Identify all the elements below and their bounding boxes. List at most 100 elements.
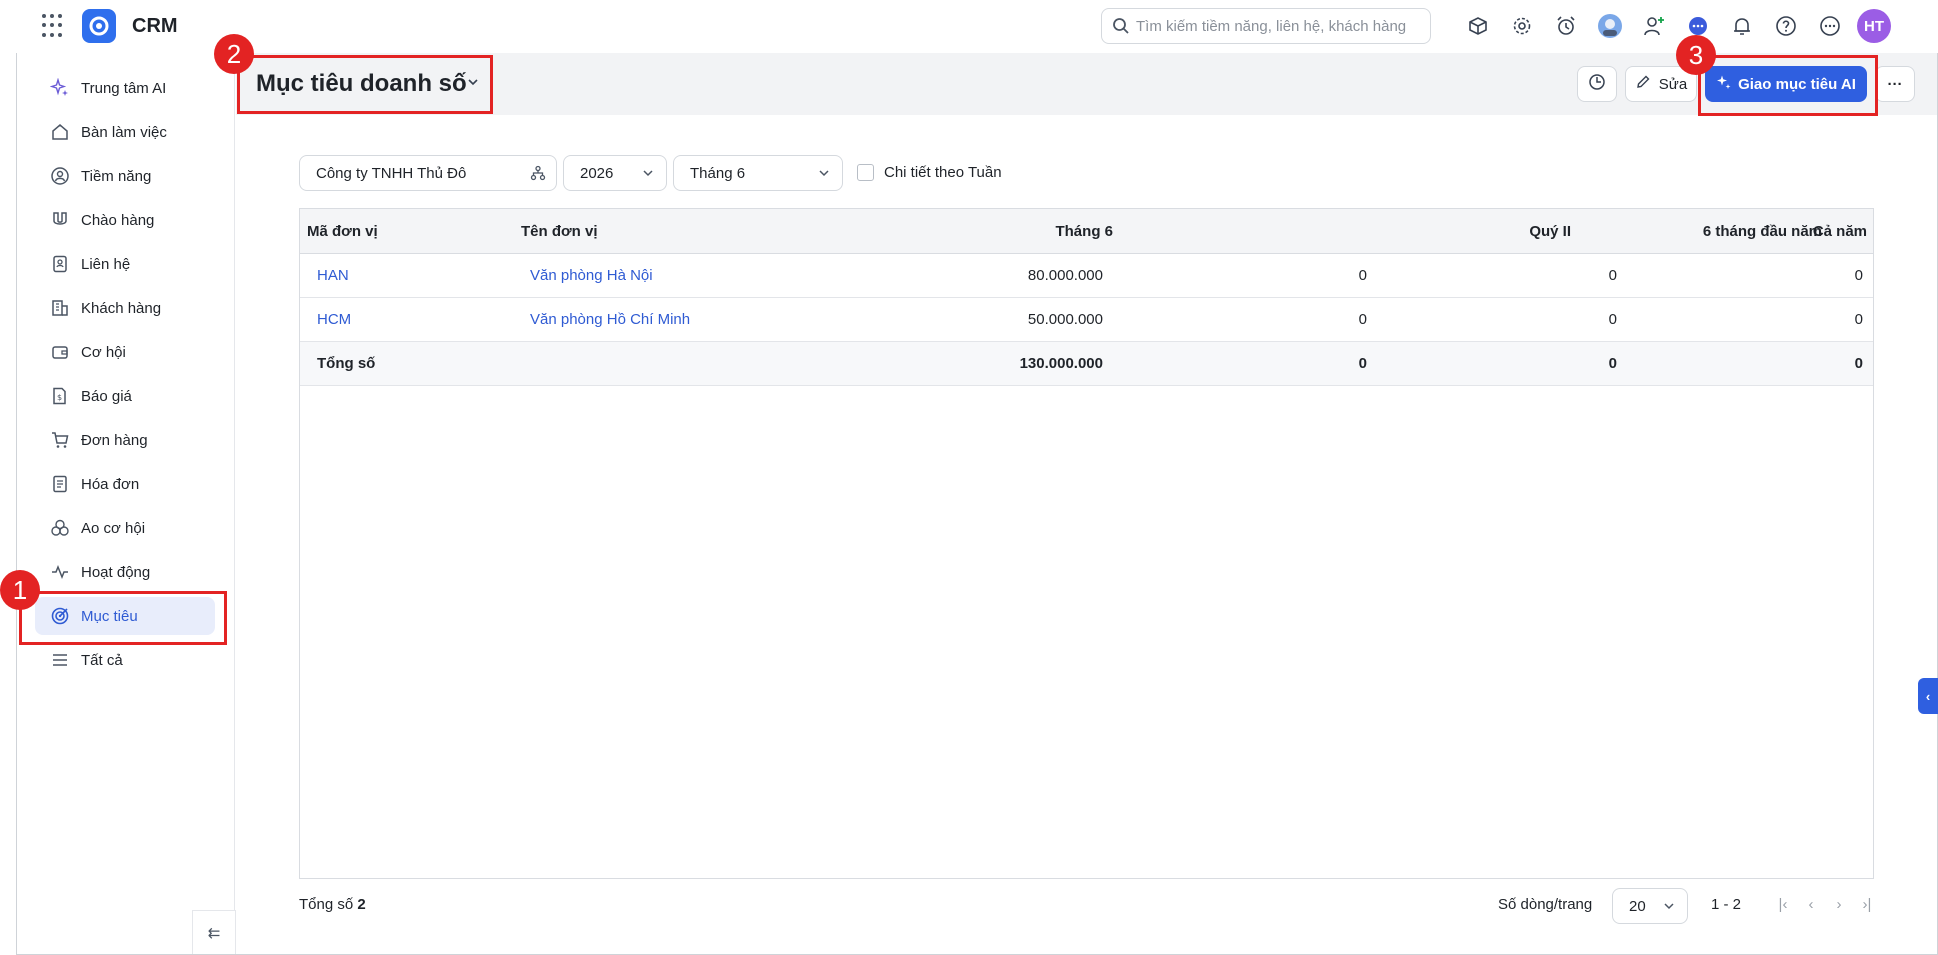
user-avatar[interactable]: HT	[1852, 8, 1896, 44]
assistant-avatar[interactable]	[1588, 8, 1632, 44]
magnet-icon	[49, 209, 71, 231]
contact-book-icon	[49, 253, 71, 275]
target-user-icon	[49, 165, 71, 187]
table-total-row: Tổng số 130.000.000 0 0 0	[300, 342, 1873, 386]
sidebar-item-orders[interactable]: Đơn hàng	[35, 421, 215, 459]
month-value: 80.000.000	[1027, 267, 1103, 284]
sidebar-item-opportunities[interactable]: Cơ hội	[35, 333, 215, 371]
company-filter-value: Công ty TNHH Thủ Đô	[316, 164, 467, 182]
total-month-value: 130.000.000	[1019, 355, 1103, 372]
crm-logo-icon	[82, 9, 116, 43]
activity-icon	[49, 561, 71, 583]
sidebar-item-label: Khách hàng	[81, 299, 162, 317]
alarm-icon[interactable]	[1544, 8, 1588, 44]
weekly-detail-checkbox[interactable]	[857, 164, 874, 181]
table-header: Mã đơn vị Tên đơn vị Tháng 6 Quý II 6 th…	[300, 209, 1873, 254]
full-year-value: 0	[1854, 311, 1863, 328]
cart-icon	[49, 429, 71, 451]
pagination: |‹ ‹ › ›|	[1772, 896, 1878, 913]
company-filter[interactable]: Công ty TNHH Thủ Đô	[299, 155, 557, 191]
sidebar-item-ai-center[interactable]: Trung tâm AI	[35, 69, 215, 107]
table-row[interactable]: HAN Văn phòng Hà Nội 80.000.000 0 0 0	[300, 254, 1873, 298]
search-icon	[1112, 17, 1130, 40]
settings-icon[interactable]	[1500, 8, 1544, 44]
annotation-box-1	[19, 591, 227, 645]
table-row[interactable]: HCM Văn phòng Hồ Chí Minh 50.000.000 0 0…	[300, 298, 1873, 342]
bell-icon[interactable]	[1720, 8, 1764, 44]
sidebar-item-label: Bàn làm việc	[81, 123, 167, 141]
annotation-box-2	[237, 55, 493, 114]
month-select-value: Tháng 6	[690, 164, 746, 182]
annotation-box-3	[1698, 55, 1878, 116]
sidebar-item-contacts[interactable]: Liên hệ	[35, 245, 215, 283]
chevron-down-icon	[1661, 898, 1677, 918]
sidebar-item-label: Báo giá	[81, 387, 132, 405]
record-count-value: 2	[357, 896, 366, 913]
add-user-icon[interactable]	[1632, 8, 1676, 44]
sidebar-item-label: Hóa đơn	[81, 475, 140, 493]
svg-text:$: $	[57, 393, 62, 402]
unit-code-link[interactable]: HCM	[317, 298, 467, 341]
sidebar-item-offers[interactable]: Chào hàng	[35, 201, 215, 239]
unit-name-link[interactable]: Văn phòng Hà Nội	[530, 254, 830, 297]
menu-icon	[49, 649, 71, 671]
full-year-value: 0	[1854, 267, 1863, 284]
sidebar-item-activities[interactable]: Hoạt động	[35, 553, 215, 591]
clock-chart-icon	[1588, 73, 1606, 95]
rows-per-page-value: 20	[1629, 897, 1646, 915]
org-tree-icon	[530, 165, 546, 185]
sidebar-item-quotes[interactable]: $ Báo giá	[35, 377, 215, 415]
expand-panel-tab[interactable]: ‹	[1918, 678, 1938, 714]
column-header-name[interactable]: Tên đơn vị	[521, 209, 761, 253]
sidebar-item-all[interactable]: Tất cả	[35, 641, 215, 679]
app-launcher-icon[interactable]	[42, 14, 66, 38]
column-header-month[interactable]: Tháng 6	[913, 209, 1113, 253]
building-icon	[49, 297, 71, 319]
year-select[interactable]: 2026	[563, 155, 667, 191]
half-year-value: 0	[1608, 267, 1617, 284]
column-header-full-year[interactable]: Cả năm	[1667, 209, 1867, 253]
user-avatar-initials: HT	[1857, 9, 1891, 43]
year-select-value: 2026	[580, 164, 614, 182]
sidebar-item-label: Trung tâm AI	[81, 79, 167, 97]
sidebar-item-invoices[interactable]: Hóa đơn	[35, 465, 215, 503]
app-title: CRM	[132, 15, 178, 37]
weekly-detail-label[interactable]: Chi tiết theo Tuần	[884, 164, 1002, 181]
unit-name-link[interactable]: Văn phòng Hồ Chí Minh	[530, 298, 830, 341]
prev-page-icon[interactable]: ‹	[1800, 896, 1822, 913]
unit-code-link[interactable]: HAN	[317, 254, 467, 297]
invoice-icon	[49, 473, 71, 495]
record-count: Tổng số 2	[299, 896, 366, 913]
chevron-down-icon	[640, 165, 656, 185]
sidebar-item-label: Cơ hội	[81, 343, 126, 361]
goals-table: Mã đơn vị Tên đơn vị Tháng 6 Quý II 6 th…	[299, 208, 1874, 879]
more-actions-button[interactable]: ···	[1875, 66, 1915, 102]
global-search[interactable]	[1101, 8, 1431, 44]
sidebar-item-label: Tất cả	[81, 651, 123, 669]
collapse-sidebar-button[interactable]: ⇇	[192, 910, 236, 954]
package-search-icon[interactable]	[1456, 8, 1500, 44]
sidebar-item-label: Liên hệ	[81, 255, 131, 273]
next-page-icon[interactable]: ›	[1828, 896, 1850, 913]
rows-per-page-select[interactable]: 20	[1612, 888, 1688, 924]
sidebar-item-opportunity-pool[interactable]: Ao cơ hội	[35, 509, 215, 547]
sidebar-item-leads[interactable]: Tiềm năng	[35, 157, 215, 195]
month-select[interactable]: Tháng 6	[673, 155, 843, 191]
sidebar-item-workspace[interactable]: Bàn làm việc	[35, 113, 215, 151]
edit-label: Sửa	[1658, 75, 1688, 93]
column-header-code[interactable]: Mã đơn vị	[307, 209, 467, 253]
search-input[interactable]	[1136, 9, 1426, 43]
record-count-label: Tổng số	[299, 896, 354, 913]
first-page-icon[interactable]: |‹	[1772, 896, 1794, 913]
chevron-left-icon: ‹	[1925, 688, 1931, 704]
last-page-icon[interactable]: ›|	[1856, 896, 1878, 913]
sidebar-item-customers[interactable]: Khách hàng	[35, 289, 215, 327]
history-button[interactable]	[1577, 66, 1617, 102]
more-icon[interactable]	[1808, 8, 1852, 44]
collapse-icon: ⇇	[207, 924, 221, 942]
sidebar-item-label: Đơn hàng	[81, 431, 148, 449]
column-header-quarter[interactable]: Quý II	[1371, 209, 1571, 253]
quote-icon: $	[49, 385, 71, 407]
help-icon[interactable]	[1764, 8, 1808, 44]
home-icon	[49, 121, 71, 143]
